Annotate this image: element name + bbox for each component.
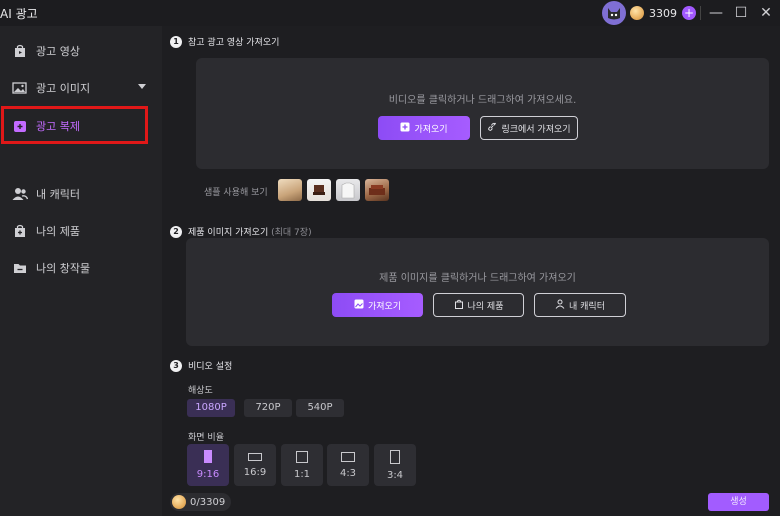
title-bar: AI 광고 3309 + — ☐ ✕	[0, 0, 780, 26]
resolution-option-540p[interactable]: 540P	[296, 399, 344, 417]
credit-box: 3309 +	[630, 4, 696, 22]
coin-icon	[172, 495, 186, 509]
video-bag-icon	[12, 43, 28, 59]
sample-label: 샘플 사용해 보기	[204, 188, 268, 198]
product-image-drop-zone[interactable]: 제품 이미지를 클릭하거나 드래그하여 가져오기	[186, 238, 769, 346]
sample-thumbnail-2[interactable]	[307, 179, 331, 201]
ratio-label: 1:1	[293, 468, 311, 480]
section-subtitle: (최대 7장)	[271, 228, 312, 238]
button-label: 링크에서 가져오기	[501, 124, 571, 135]
sidebar-item-label: 나의 제품	[36, 225, 80, 238]
ratio-label: 16:9	[243, 466, 267, 478]
close-icon[interactable]: ✕	[756, 3, 776, 23]
my-products-button[interactable]: 나의 제품	[433, 293, 524, 317]
generate-button[interactable]: 생성	[708, 493, 769, 511]
button-label: 가져오기	[367, 301, 402, 312]
sample-thumbnail-4[interactable]	[365, 179, 389, 201]
sidebar-item-ad-video[interactable]: 광고 영상	[12, 40, 152, 62]
person-icon	[555, 299, 565, 312]
sidebar-item-label: 광고 영상	[36, 45, 80, 58]
drop-hint: 제품 이미지를 클릭하거나 드래그하여 가져오기	[379, 273, 576, 284]
ratio-label: 9:16	[196, 469, 220, 480]
sample-thumbnail-1[interactable]	[278, 179, 302, 201]
landscape-ratio-icon	[341, 451, 355, 462]
link-icon	[487, 122, 497, 135]
button-label: 나의 제품	[467, 301, 504, 312]
people-icon	[12, 186, 28, 202]
drop-hint: 비디오를 클릭하거나 드래그하여 가져오세요.	[388, 95, 577, 106]
sidebar-item-label: 내 캐릭터	[36, 188, 80, 201]
my-character-button[interactable]: 내 캐릭터	[534, 293, 626, 317]
sidebar-item-my-products[interactable]: 나의 제품	[12, 220, 152, 242]
footer-bar	[162, 488, 780, 516]
sidebar-item-label: 광고 이미지	[36, 82, 91, 95]
bag-icon	[454, 299, 464, 312]
maximize-icon[interactable]: ☐	[731, 3, 751, 23]
window-controls-divider	[700, 6, 701, 20]
ratio-label: 4:3	[339, 467, 357, 479]
sidebar-item-my-creations[interactable]: 나의 창작물	[12, 257, 152, 279]
ratio-option-3-4[interactable]: 3:4	[374, 444, 416, 486]
ratio-option-1-1[interactable]: 1:1	[281, 444, 323, 486]
import-video-button[interactable]: 가져오기	[378, 116, 470, 140]
ratio-option-9-16[interactable]: 9:16	[187, 444, 229, 486]
coin-icon	[630, 6, 644, 20]
resolution-option-720p[interactable]: 720P	[244, 399, 292, 417]
sidebar: 광고 영상 광고 이미지 광고 복제 내 캐릭터 나의 제품 나의 창작물	[0, 26, 162, 516]
product-bag-icon	[12, 223, 28, 239]
credit-usage-text: 0/3309	[190, 496, 226, 508]
resolution-option-1080p[interactable]: 1080P	[187, 399, 235, 417]
resolution-label: 해상도	[188, 386, 213, 396]
aspect-ratio-label: 화면 비율	[188, 433, 224, 443]
sidebar-item-ad-image[interactable]: 광고 이미지	[12, 77, 152, 99]
image-icon	[12, 80, 28, 96]
sidebar-item-my-character[interactable]: 내 캐릭터	[12, 183, 152, 205]
chevron-down-icon[interactable]	[138, 84, 146, 89]
portrait-ratio-icon	[204, 450, 212, 463]
cat-avatar-icon[interactable]	[602, 1, 626, 25]
portrait-ratio-icon	[390, 449, 400, 464]
section-title-text: 제품 이미지 가져오기	[188, 228, 269, 238]
folder-icon	[12, 260, 28, 276]
landscape-ratio-icon	[248, 452, 262, 461]
ratio-label: 3:4	[386, 469, 404, 481]
section-title: 제품 이미지 가져오기 (최대 7장)	[188, 225, 312, 238]
highlight-annotation-box	[1, 106, 148, 144]
credit-usage: 0/3309	[170, 493, 232, 511]
sample-thumbnail-3[interactable]	[336, 179, 360, 201]
button-label: 내 캐릭터	[569, 301, 605, 312]
app-title: AI 광고	[0, 7, 38, 21]
step-number: 1	[170, 36, 182, 48]
video-drop-zone[interactable]: 비디오를 클릭하거나 드래그하여 가져오세요.	[196, 58, 769, 169]
import-from-link-button[interactable]: 링크에서 가져오기	[480, 116, 578, 140]
step-number: 2	[170, 226, 182, 238]
import-product-button[interactable]: 가져오기	[332, 293, 423, 317]
sidebar-item-label: 나의 창작물	[36, 262, 91, 275]
minimize-icon[interactable]: —	[706, 3, 726, 23]
step-number: 3	[170, 360, 182, 372]
button-label: 가져오기	[414, 124, 448, 135]
credit-count: 3309	[649, 6, 677, 20]
import-icon	[400, 122, 410, 135]
add-credits-button[interactable]: +	[682, 6, 696, 20]
ratio-option-4-3[interactable]: 4:3	[327, 444, 369, 486]
section-title: 참고 광고 영상 가져오기	[188, 38, 280, 48]
image-add-icon	[354, 299, 364, 312]
section-title: 비디오 설정	[188, 362, 233, 372]
ratio-option-16-9[interactable]: 16:9	[234, 444, 276, 486]
square-ratio-icon	[296, 450, 308, 463]
